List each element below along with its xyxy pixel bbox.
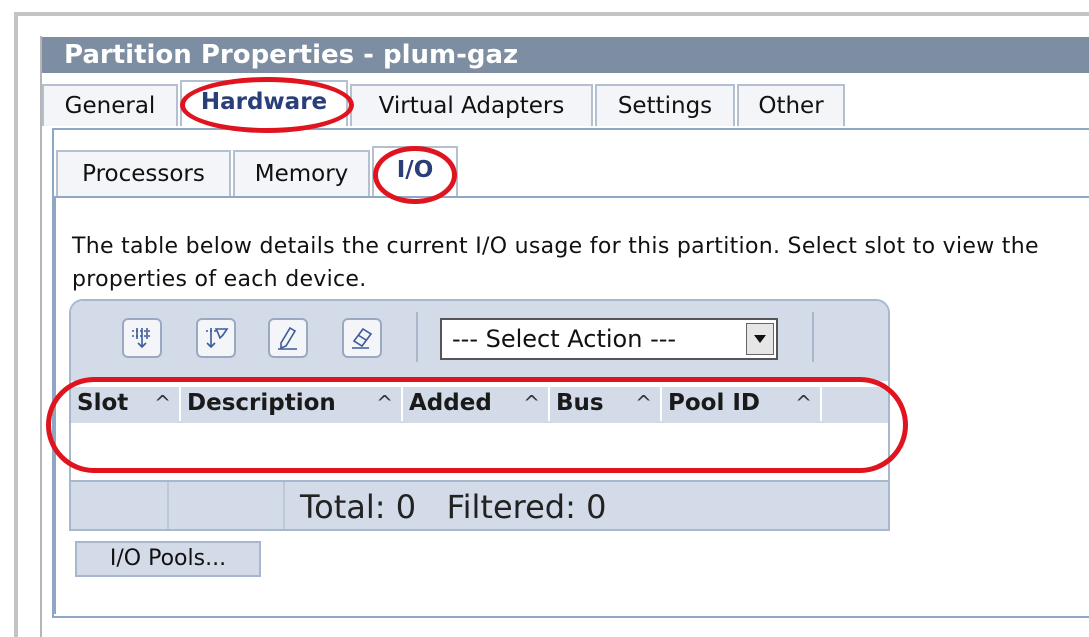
subtab-memory[interactable]: Memory — [233, 150, 370, 196]
select-action-label: --- Select Action --- — [452, 325, 677, 353]
tab-hardware[interactable]: Hardware — [180, 80, 348, 126]
tab-virtual-adapters[interactable]: Virtual Adapters — [350, 84, 593, 126]
footer-cell — [71, 482, 169, 529]
chevron-down-icon[interactable] — [746, 323, 774, 355]
column-description[interactable]: Description ^ — [181, 385, 403, 421]
footer-cell — [167, 482, 285, 529]
sort-ascending-icon: ^ — [523, 391, 540, 415]
column-label: Slot — [77, 390, 129, 416]
column-slot[interactable]: Slot ^ — [71, 385, 181, 421]
column-added[interactable]: Added ^ — [403, 385, 550, 421]
subtab-processors[interactable]: Processors — [56, 150, 231, 196]
subtab-io[interactable]: I/O — [372, 146, 458, 196]
io-pools-button[interactable]: I/O Pools... — [75, 541, 261, 577]
sort-ascending-icon: ^ — [376, 391, 393, 415]
column-pool-id[interactable]: Pool ID ^ — [662, 385, 822, 421]
edit-icon[interactable] — [268, 318, 308, 358]
tab-settings[interactable]: Settings — [595, 84, 735, 126]
tab-other[interactable]: Other — [737, 84, 845, 126]
column-bus[interactable]: Bus ^ — [550, 385, 662, 421]
eraser-icon[interactable] — [342, 318, 382, 358]
toolbar-separator — [416, 312, 418, 362]
sort-ascending-icon: ^ — [635, 391, 652, 415]
select-action-dropdown[interactable]: --- Select Action --- — [440, 318, 778, 360]
filter-icon[interactable] — [196, 318, 236, 358]
window-title: Partition Properties - plum-gaz — [42, 37, 1089, 73]
select-all-icon[interactable] — [122, 318, 162, 358]
sort-ascending-icon: ^ — [795, 391, 812, 415]
toolbar-separator — [812, 312, 814, 362]
column-label: Description — [187, 390, 336, 416]
column-label: Pool ID — [668, 390, 760, 416]
column-label: Bus — [556, 390, 604, 416]
sort-ascending-icon: ^ — [154, 391, 171, 415]
column-label: Added — [409, 390, 492, 416]
io-description: The table below details the current I/O … — [72, 234, 1039, 292]
table-totals: Total: 0 Filtered: 0 — [300, 488, 607, 526]
tab-general[interactable]: General — [42, 84, 178, 126]
